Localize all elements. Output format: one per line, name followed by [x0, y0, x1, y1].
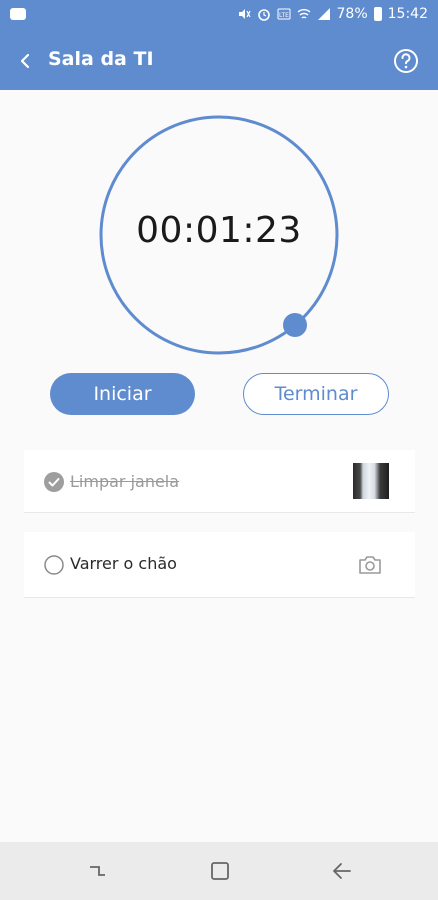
app-bar: Sala da TI — [0, 32, 438, 90]
page-title: Sala da TI — [48, 48, 154, 70]
list-item-task[interactable]: Varrer o chão — [24, 532, 415, 598]
status-icons: LTE 78% 15:42 — [237, 6, 428, 22]
back-button[interactable] — [10, 46, 40, 76]
list-item-task[interactable]: Limpar janela — [24, 450, 415, 513]
photo-thumbnail[interactable] — [353, 463, 389, 499]
back-arrow-icon[interactable] — [330, 859, 354, 883]
start-button[interactable]: Iniciar — [50, 373, 195, 415]
system-nav-bar — [0, 842, 438, 900]
check-circle-icon[interactable] — [44, 472, 64, 492]
finish-button[interactable]: Terminar — [243, 373, 389, 415]
volte-icon: LTE — [277, 8, 291, 20]
signal-icon — [317, 8, 330, 20]
help-circle-icon[interactable] — [392, 47, 420, 75]
recent-apps-icon[interactable] — [85, 859, 109, 883]
camera-icon[interactable] — [357, 552, 383, 578]
wifi-icon — [297, 9, 310, 19]
battery-percent: 78% — [336, 6, 368, 22]
home-icon[interactable] — [208, 859, 232, 883]
battery-icon — [373, 7, 382, 21]
svg-text:LTE: LTE — [279, 12, 289, 19]
empty-circle-icon[interactable] — [44, 555, 64, 575]
status-time: 15:42 — [387, 6, 428, 22]
timer-display: 00:01:23 — [136, 210, 302, 251]
notification-icon — [10, 8, 26, 20]
alarm-icon — [257, 9, 270, 21]
task-label: Varrer o chão — [70, 554, 177, 573]
mute-icon — [238, 9, 251, 19]
status-bar: LTE 78% 15:42 — [0, 0, 438, 32]
task-label: Limpar janela — [70, 472, 180, 491]
arrow-left-icon — [20, 53, 30, 69]
timer-progress-handle[interactable] — [283, 313, 307, 337]
